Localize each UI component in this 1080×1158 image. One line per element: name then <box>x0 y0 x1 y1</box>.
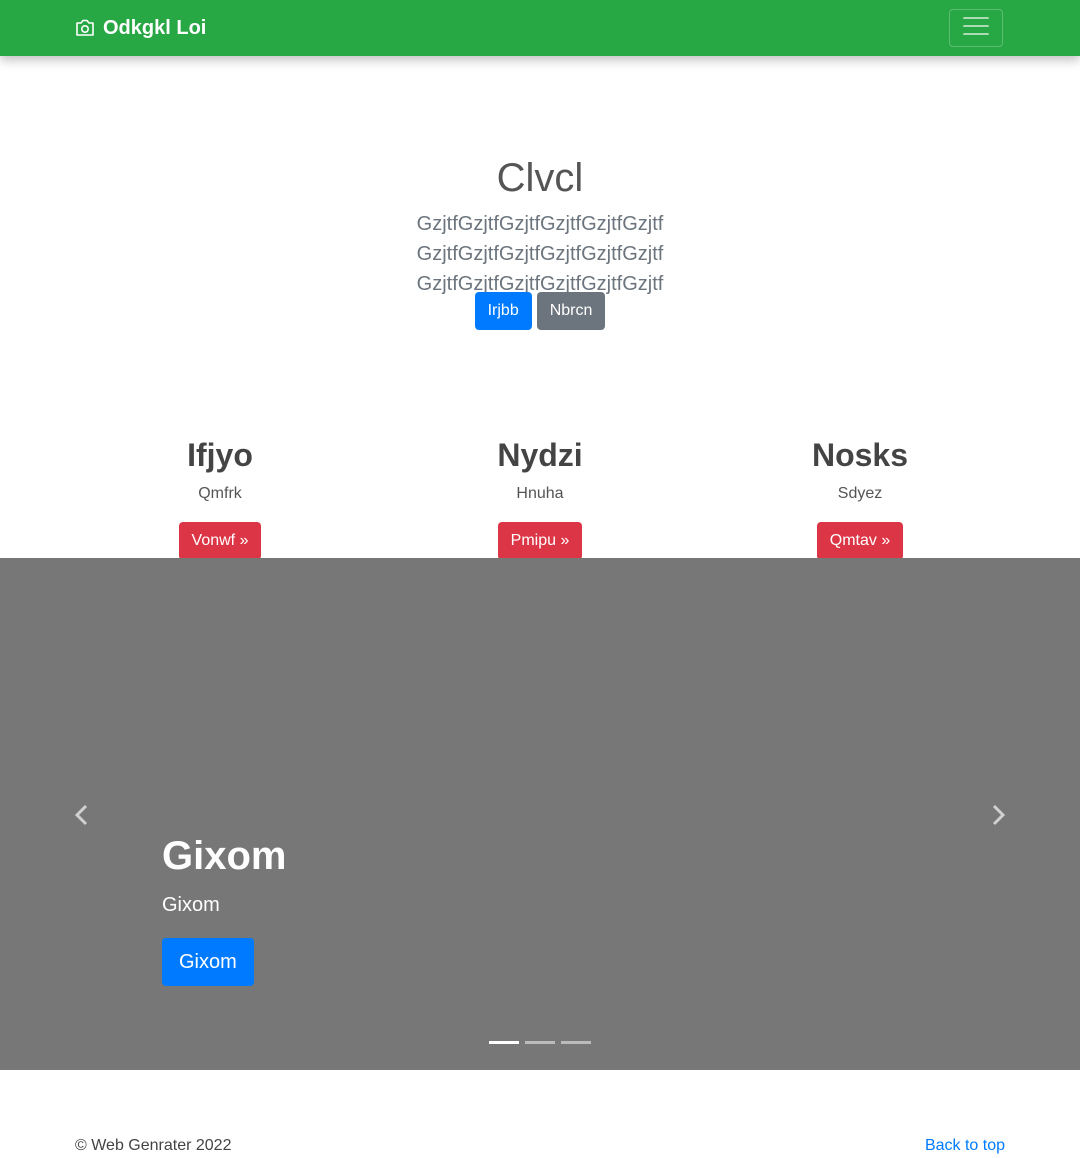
carousel-indicator[interactable] <box>561 1041 591 1044</box>
footer-copyright: © Web Genrater 2022 <box>75 1137 232 1154</box>
chevron-left-icon <box>72 804 92 831</box>
chevron-right-icon <box>988 804 1008 831</box>
hamburger-menu-icon <box>962 15 990 42</box>
back-to-top-link[interactable]: Back to top <box>925 1137 1005 1155</box>
footer: © Web Genrater 2022 Back to top <box>75 1137 1005 1157</box>
feature-column: Nydzi Hnuha Pmipu » <box>380 436 700 560</box>
navbar: Odkgkl Loi <box>0 0 1080 56</box>
feature-button[interactable]: Qmtav » <box>816 522 904 560</box>
feature-text: Sdyez <box>837 485 883 502</box>
brand-link[interactable]: Odkgkl Loi <box>75 0 206 56</box>
carousel-caption-button[interactable]: Gixom <box>162 938 254 986</box>
feature-column: Ifjyo Qmfrk Vonwf » <box>60 436 380 560</box>
carousel-caption-title: Gixom <box>162 834 287 878</box>
carousel-next-button[interactable] <box>988 803 1008 827</box>
carousel-indicators <box>0 1041 1080 1044</box>
feature-column: Nosks Sdyez Qmtav » <box>700 436 1020 560</box>
carousel-indicator[interactable] <box>525 1041 555 1044</box>
hero-title: Clvcl <box>496 156 584 200</box>
carousel-prev-button[interactable] <box>72 803 92 827</box>
hero-lead: GzjtfGzjtfGzjtfGzjtfGzjtfGzjtf GzjtfGzjt… <box>416 213 664 295</box>
carousel-caption: Gixom Gixom Gixom <box>162 832 286 986</box>
camera-icon <box>75 19 95 37</box>
brand-name: Odkgkl Loi <box>103 16 207 39</box>
feature-text: Hnuha <box>516 485 564 502</box>
hero-secondary-button[interactable]: Nbrcn <box>536 292 606 330</box>
hero-primary-button[interactable]: Irjbb <box>474 292 532 330</box>
navbar-toggler-button[interactable] <box>949 9 1003 47</box>
feature-button[interactable]: Vonwf » <box>178 522 262 560</box>
carousel-caption-text: Gixom <box>162 894 220 916</box>
carousel: Gixom Gixom Gixom <box>0 558 1080 1070</box>
carousel-indicator[interactable] <box>489 1041 519 1044</box>
feature-text: Qmfrk <box>198 485 242 502</box>
feature-button[interactable]: Pmipu » <box>497 522 583 560</box>
feature-title: Nydzi <box>497 437 583 473</box>
feature-title: Ifjyo <box>187 437 253 473</box>
hero-buttons: Irjbb Nbrcn <box>0 292 1080 330</box>
feature-title: Nosks <box>811 437 909 473</box>
